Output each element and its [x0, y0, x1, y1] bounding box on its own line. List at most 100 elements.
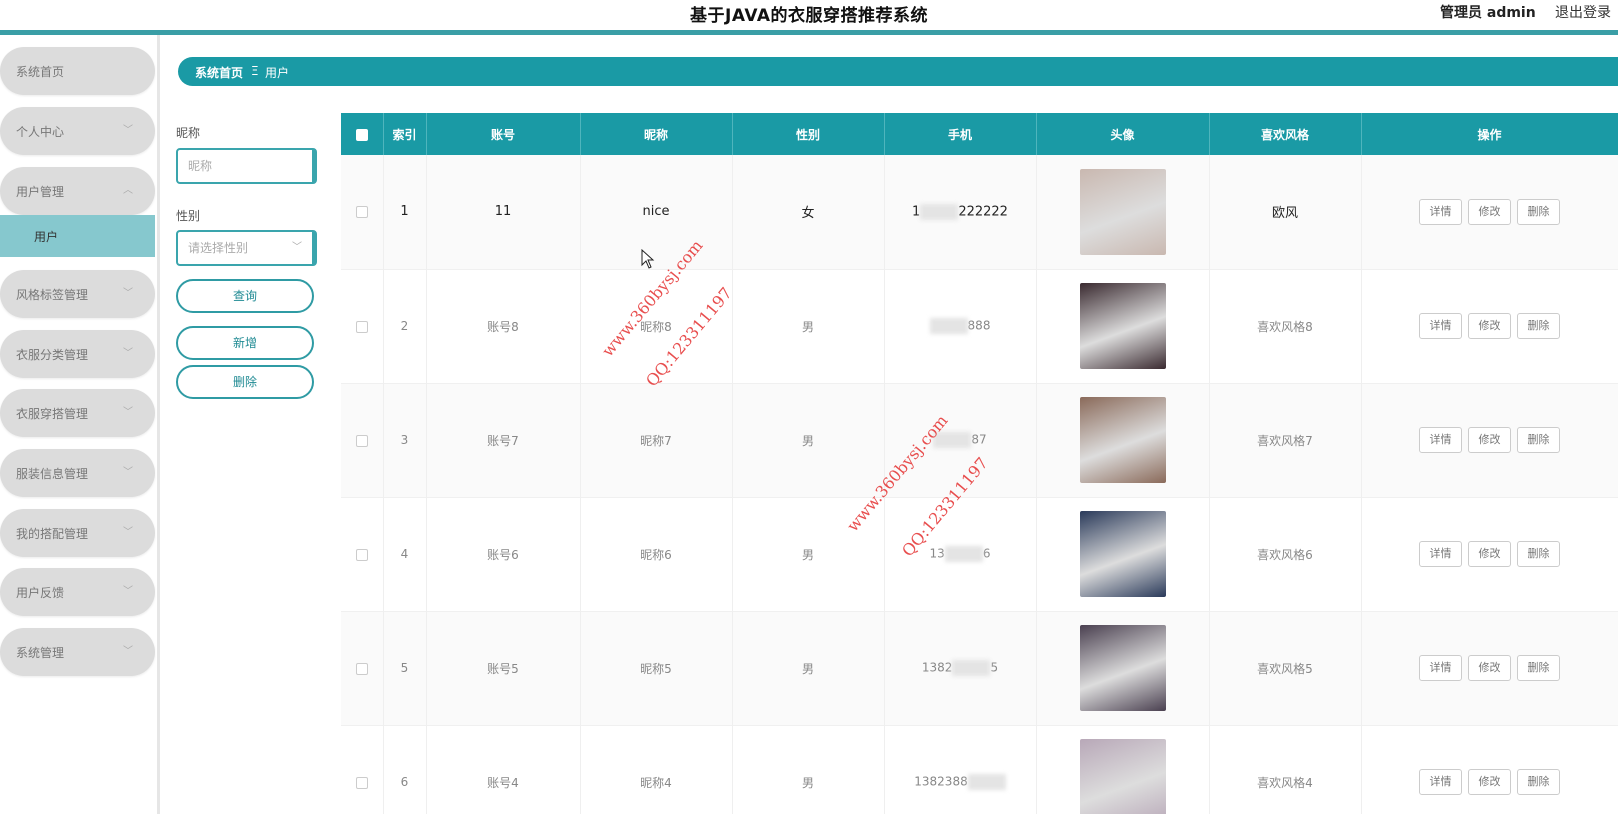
avatar-cell [1036, 725, 1210, 814]
edit-button[interactable]: 修改 [1468, 769, 1511, 795]
detail-button[interactable]: 详情 [1419, 655, 1462, 681]
sidebar-item-label: 个人中心 [16, 125, 65, 139]
actions-cell: 详情 修改 删除 [1361, 611, 1618, 725]
sidebar-item-clothing-info[interactable]: 服装信息管理 ﹀ [0, 449, 155, 497]
logout-link[interactable]: 退出登录 [1555, 2, 1611, 22]
gender-select[interactable]: 请选择性别 ﹀ [176, 230, 317, 266]
phone-redaction [967, 774, 1006, 790]
detail-button[interactable]: 详情 [1419, 541, 1462, 567]
avatar [1079, 283, 1166, 369]
delete-button[interactable]: 删除 [1517, 427, 1560, 453]
column-header: 昵称 [580, 113, 733, 155]
sidebar-item-feedback[interactable]: 用户反馈 ﹀ [0, 568, 155, 616]
column-header: 操作 [1361, 113, 1618, 155]
select-all-checkbox[interactable] [355, 128, 368, 141]
sidebar-subitem-users[interactable]: 用户 [0, 215, 155, 257]
row-select-cell[interactable] [341, 155, 384, 269]
edit-button[interactable]: 修改 [1468, 541, 1511, 567]
add-button[interactable]: 新增 [176, 326, 314, 360]
table-body: 1 11 nice 女 1 222222 欧风 详情 修改 删除 2 账号8 昵称8 男 888 喜欢风格8 详… [341, 155, 1618, 814]
row-checkbox[interactable] [355, 205, 368, 218]
detail-button[interactable]: 详情 [1419, 769, 1462, 795]
sidebar-item-user-management[interactable]: 用户管理 ︿ [0, 167, 155, 215]
chevron-up-icon: ︿ [123, 185, 133, 196]
app-header: 基于JAVA的衣服穿搭推荐系统 管理员 admin 退出登录 [0, 0, 1618, 30]
phone-redaction [944, 546, 983, 562]
table-row: 6 账号4 昵称4 男 1382388 喜欢风格4 详情 修改 删除 [341, 725, 1618, 814]
phone-suffix: 87 [971, 432, 987, 447]
nickname-cell: 昵称6 [580, 497, 733, 611]
edit-button[interactable]: 修改 [1468, 198, 1511, 225]
phone-redaction [920, 203, 959, 220]
nickname-cell: 昵称4 [580, 725, 733, 814]
table-header-row: 索引 账号 昵称 性别 手机 头像 喜欢风格 操作 [341, 113, 1618, 155]
sidebar-item-style-tags[interactable]: 风格标签管理 ﹀ [0, 270, 155, 318]
row-select-cell[interactable] [341, 269, 384, 383]
style-cell: 喜欢风格8 [1209, 269, 1362, 383]
delete-button[interactable]: 删除 [1517, 769, 1560, 795]
nickname-input[interactable]: 昵称 [176, 148, 317, 184]
index-cell: 3 [383, 383, 427, 497]
detail-button[interactable]: 详情 [1419, 313, 1462, 339]
phone-prefix: 1382 [921, 660, 953, 675]
row-select-cell[interactable] [341, 725, 384, 814]
breadcrumb-separator: Ξ [251, 64, 259, 78]
select-all-header[interactable] [341, 113, 384, 155]
nickname-cell: nice [580, 155, 733, 269]
row-select-cell[interactable] [341, 383, 384, 497]
sidebar-item-system-management[interactable]: 系统管理 ﹀ [0, 628, 155, 676]
chevron-down-icon: ﹀ [123, 586, 133, 597]
avatar-cell [1036, 155, 1210, 269]
sidebar-item-label: 我的搭配管理 [16, 527, 89, 541]
gender-label: 性别 [176, 209, 201, 223]
row-checkbox[interactable] [355, 434, 368, 447]
phone-prefix: 1382388 [914, 774, 968, 789]
sidebar-item-personal-center[interactable]: 个人中心 ﹀ [0, 107, 155, 155]
row-checkbox[interactable] [355, 320, 368, 333]
row-select-cell[interactable] [341, 497, 384, 611]
row-checkbox[interactable] [355, 548, 368, 561]
index-cell: 6 [383, 725, 427, 814]
query-button[interactable]: 查询 [176, 279, 314, 313]
delete-button[interactable]: 删除 [1517, 655, 1560, 681]
gender-cell: 男 [732, 383, 885, 497]
row-select-cell[interactable] [341, 611, 384, 725]
edit-button[interactable]: 修改 [1468, 313, 1511, 339]
sidebar-item-home[interactable]: 系统首页 [0, 47, 155, 95]
row-checkbox[interactable] [355, 662, 368, 675]
chevron-down-icon: ﹀ [123, 527, 133, 538]
phone-suffix: 888 [967, 318, 991, 333]
detail-button[interactable]: 详情 [1419, 198, 1462, 225]
actions-cell: 详情 修改 删除 [1361, 497, 1618, 611]
account-cell: 账号6 [426, 497, 581, 611]
edit-button[interactable]: 修改 [1468, 427, 1511, 453]
detail-button[interactable]: 详情 [1419, 427, 1462, 453]
avatar [1079, 397, 1166, 483]
sidebar-item-outfit-management[interactable]: 衣服穿搭管理 ﹀ [0, 389, 155, 437]
phone-prefix: 1 [912, 204, 921, 220]
sidebar-item-clothing-category[interactable]: 衣服分类管理 ﹀ [0, 330, 155, 378]
column-header: 索引 [383, 113, 427, 155]
index-cell: 2 [383, 269, 427, 383]
style-cell: 喜欢风格7 [1209, 383, 1362, 497]
table-row: 1 11 nice 女 1 222222 欧风 详情 修改 删除 [341, 155, 1618, 269]
breadcrumb-home[interactable]: 系统首页 [195, 64, 243, 81]
column-header: 账号 [426, 113, 581, 155]
edit-button[interactable]: 修改 [1468, 655, 1511, 681]
delete-button[interactable]: 删除 [1517, 198, 1560, 225]
column-header: 手机 [884, 113, 1037, 155]
sidebar-item-label: 风格标签管理 [16, 288, 89, 302]
row-checkbox[interactable] [355, 776, 368, 789]
delete-button[interactable]: 删除 [1517, 541, 1560, 567]
delete-button[interactable]: 删除 [1517, 313, 1560, 339]
actions-cell: 详情 修改 删除 [1361, 725, 1618, 814]
column-header: 头像 [1036, 113, 1210, 155]
column-header: 性别 [732, 113, 885, 155]
phone-suffix: 6 [982, 546, 991, 561]
sidebar-item-my-outfits[interactable]: 我的搭配管理 ﹀ [0, 509, 155, 557]
gender-cell: 女 [732, 155, 885, 269]
sidebar-item-label: 系统首页 [16, 65, 65, 79]
batch-delete-button[interactable]: 删除 [176, 365, 314, 399]
phone-suffix: 5 [990, 660, 999, 675]
nickname-label: 昵称 [176, 126, 201, 140]
